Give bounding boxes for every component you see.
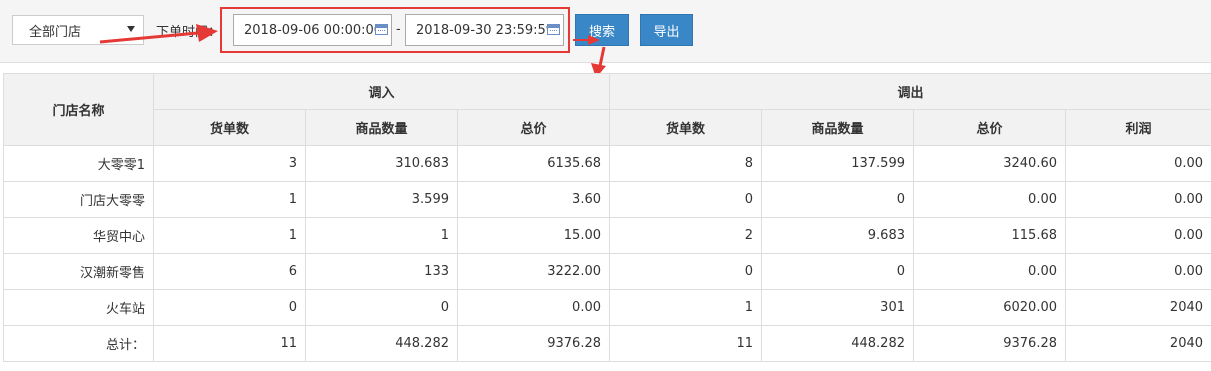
store-name-cell: 华贸中心 — [3, 217, 154, 254]
column-header-in-orders: 货单数 — [153, 109, 306, 146]
table-cell: 3240.60 — [913, 145, 1066, 182]
table-total-row: 总计： 11 448.282 9376.28 11 448.282 9376.2… — [3, 325, 1211, 362]
table-cell: 3.599 — [305, 181, 458, 218]
table-cell: 448.282 — [305, 325, 458, 362]
table-cell: 137.599 — [761, 145, 914, 182]
table-cell: 11 — [609, 325, 762, 362]
table-cell: 3.60 — [457, 181, 610, 218]
table-cell: 11 — [153, 325, 306, 362]
column-header-out-profit: 利润 — [1064, 109, 1211, 146]
table-cell: 1 — [305, 217, 458, 254]
table-cell: 0 — [153, 289, 306, 326]
table-cell: 1 — [609, 289, 762, 326]
table-cell: 0 — [761, 253, 914, 290]
table-cell: 301 — [761, 289, 914, 326]
table-row: 华贸中心 1 1 15.00 2 9.683 115.68 0.00 — [3, 217, 1211, 254]
column-header-in-quantity: 商品数量 — [305, 109, 458, 146]
table-cell: 115.68 — [913, 217, 1066, 254]
store-name-cell: 大零零1 — [3, 145, 154, 182]
annotation-arrow-search — [573, 35, 600, 45]
store-name-cell: 火车站 — [3, 289, 154, 326]
table-cell: 1 — [153, 181, 306, 218]
store-name-cell: 门店大零零 — [3, 181, 154, 218]
table-row: 火车站 0 0 0.00 1 301 6020.00 2040 — [3, 289, 1211, 326]
table-cell: 0.00 — [1064, 253, 1211, 290]
table-cell: 9.683 — [761, 217, 914, 254]
group-header-transfer-in: 调入 — [153, 73, 610, 110]
table-cell: 8 — [609, 145, 762, 182]
table-cell: 15.00 — [457, 217, 610, 254]
table-cell: 2 — [609, 217, 762, 254]
table-cell: 6 — [153, 253, 306, 290]
total-label-cell: 总计： — [3, 325, 154, 362]
annotation-arrow-select — [99, 24, 218, 44]
table-cell: 0 — [305, 289, 458, 326]
table-row: 门店大零零 1 3.599 3.60 0 0 0.00 0.00 — [3, 181, 1211, 218]
table-cell: 0.00 — [1064, 217, 1211, 254]
table-cell: 9376.28 — [457, 325, 610, 362]
column-header-out-orders: 货单数 — [609, 109, 762, 146]
table-cell: 3 — [153, 145, 306, 182]
table-cell: 2040 — [1064, 289, 1211, 326]
table-row: 汉潮新零售 6 133 3222.00 0 0 0.00 0.00 — [3, 253, 1211, 290]
transfer-report-table: 门店名称 调入 调出 货单数 商品数量 总价 货单数 商品数量 总价 利润 大零… — [3, 73, 1211, 362]
table-cell: 2040 — [1064, 325, 1211, 362]
column-header-out-total: 总价 — [913, 109, 1066, 146]
column-header-in-total: 总价 — [457, 109, 610, 146]
table-cell: 3222.00 — [457, 253, 610, 290]
table-cell: 1 — [153, 217, 306, 254]
table-cell: 0.00 — [913, 181, 1066, 218]
table-cell: 0.00 — [1064, 145, 1211, 182]
table-cell: 6020.00 — [913, 289, 1066, 326]
table-cell: 0.00 — [457, 289, 610, 326]
table-column-header-row: 货单数 商品数量 总价 货单数 商品数量 总价 利润 — [4, 109, 1211, 146]
group-header-transfer-out: 调出 — [608, 73, 1211, 110]
table-cell: 0.00 — [1064, 181, 1211, 218]
table-group-header-row: 门店名称 调入 调出 — [3, 73, 1211, 146]
table-cell: 448.282 — [761, 325, 914, 362]
table-cell: 0 — [761, 181, 914, 218]
table-cell: 0 — [609, 181, 762, 218]
table-cell: 6135.68 — [457, 145, 610, 182]
column-header-out-quantity: 商品数量 — [761, 109, 914, 146]
table-cell: 133 — [305, 253, 458, 290]
table-cell: 0 — [609, 253, 762, 290]
table-cell: 310.683 — [305, 145, 458, 182]
column-header-store-name: 门店名称 — [3, 73, 154, 146]
table-cell: 9376.28 — [913, 325, 1066, 362]
table-cell: 0.00 — [913, 253, 1066, 290]
table-row: 大零零1 3 310.683 6135.68 8 137.599 3240.60… — [3, 145, 1211, 182]
store-name-cell: 汉潮新零售 — [3, 253, 154, 290]
